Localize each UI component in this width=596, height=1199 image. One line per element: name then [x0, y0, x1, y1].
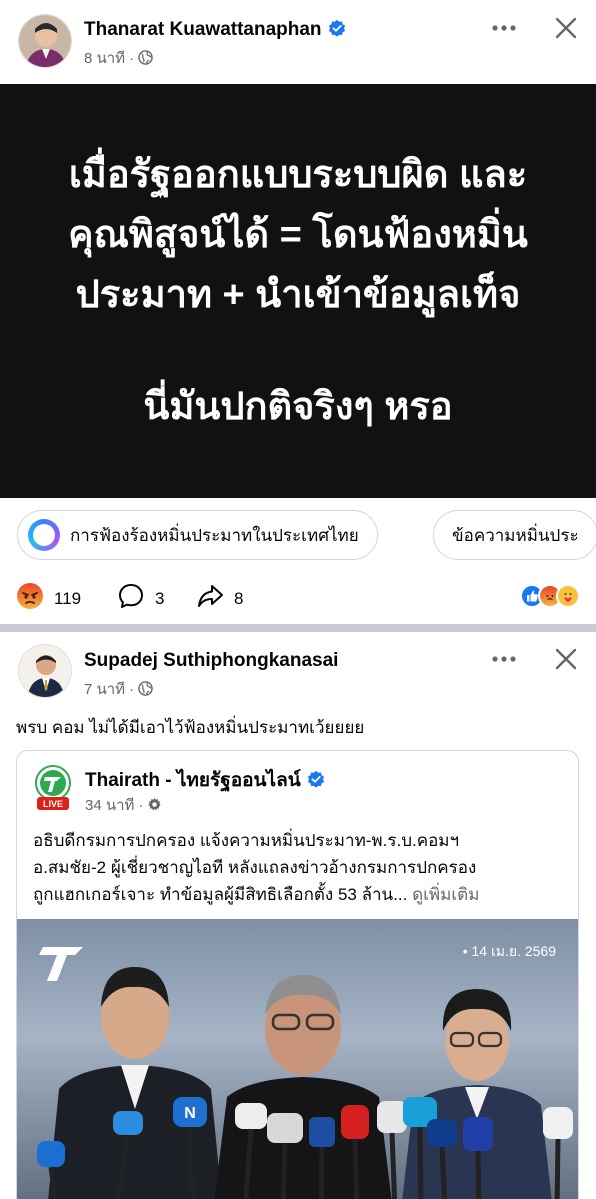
share-count: 8 — [234, 588, 244, 608]
post1-text-card[interactable]: เมื่อรัฐออกแบบระบบผิด และ คุณพิสูจน์ได้ … — [0, 84, 596, 498]
globe-icon — [138, 50, 153, 65]
shared-post-card[interactable]: LIVE Thairath - ไทยรัฐออนไลน์ 34 นาที · อ… — [16, 750, 579, 1199]
care-reaction-icon — [556, 584, 580, 608]
post1-text-line: คุณพิสูจน์ได้ = โดนฟ้องหมิ่น — [68, 214, 528, 256]
thairath-logo[interactable]: LIVE — [33, 765, 73, 811]
verified-badge-icon — [328, 19, 346, 37]
reaction-summary[interactable] — [520, 584, 580, 608]
live-badge: LIVE — [43, 799, 63, 809]
post1-more-options-icon[interactable] — [489, 13, 519, 43]
post2-meta: 7 นาที · — [84, 677, 153, 701]
post2-header: Supadej Suthiphongkanasai 7 นาที · — [0, 632, 596, 712]
shared-post-meta: 34 นาที · — [85, 793, 162, 817]
post2-close-icon[interactable] — [551, 644, 581, 674]
reaction-count: 119 — [54, 588, 82, 608]
topic-chip-label: การฟ้องร้องหมิ่นประมาทในประเทศไทย — [70, 525, 359, 545]
post1-meta: 8 นาที · — [84, 46, 153, 70]
post2-timestamp[interactable]: 7 นาที — [84, 681, 125, 698]
shared-post-photo[interactable]: • 14 เม.ย. 2569 N — [17, 919, 578, 1199]
post1-author-name[interactable]: Thanarat Kuawattanaphan — [84, 19, 346, 41]
feed-divider — [0, 624, 596, 632]
globe-icon — [138, 681, 153, 696]
comment-count: 3 — [155, 588, 165, 608]
shared-post-author[interactable]: Thairath - ไทยรัฐออนไลน์ — [85, 765, 325, 795]
share-button[interactable]: 8 — [196, 582, 243, 615]
post1-avatar[interactable] — [18, 14, 72, 68]
post2-author-name[interactable]: Supadej Suthiphongkanasai — [84, 650, 338, 672]
shared-post-text-line: อ.สมชัย-2 ผู้เชี่ยวชาญไอที หลังแถลงข่าวอ… — [33, 858, 477, 877]
comment-button[interactable]: 3 — [117, 582, 164, 615]
press-conference-image: N — [37, 967, 573, 1199]
post1-text-line: นี่มันปกติจริงๆ หรอ — [143, 386, 453, 428]
angry-reaction-icon — [16, 582, 44, 615]
post1-header: Thanarat Kuawattanaphan 8 นาที · — [0, 0, 596, 80]
topic-chips: การฟ้องร้องหมิ่นประมาทในประเทศไทย ข้อควา… — [0, 510, 596, 564]
post1-close-icon[interactable] — [551, 13, 581, 43]
gear-icon — [147, 797, 162, 812]
share-icon — [196, 582, 224, 615]
shared-post-text-line: อธิบดีกรมการปกครอง แจ้งความหมิ่นประมาท-พ… — [33, 831, 460, 850]
reaction-button[interactable]: 119 — [16, 582, 81, 615]
post2-text: พรบ คอม ไม่ได้มีเอาไว้ฟ้องหมิ่นประมาทเว้… — [16, 718, 365, 737]
comment-icon — [117, 582, 145, 615]
shared-post-header: LIVE Thairath - ไทยรัฐออนไลน์ 34 นาที · — [17, 751, 578, 821]
meta-ai-icon — [28, 519, 60, 551]
topic-chip[interactable]: การฟ้องร้องหมิ่นประมาทในประเทศไทย — [17, 510, 378, 560]
see-more-link[interactable]: ดูเพิ่มเติม — [412, 885, 479, 904]
shared-post-text-line: ถูกแฮกเกอร์เจาะ ทำข้อมูลผู้มีสิทธิเลือกต… — [33, 885, 408, 904]
shared-post-body: อธิบดีกรมการปกครอง แจ้งความหมิ่นประมาท-พ… — [33, 827, 573, 908]
post1-text-line: ประมาท + นำเข้าข้อมูลเท็จ — [75, 274, 521, 316]
topic-chip[interactable]: ข้อความหมิ่นประ — [433, 510, 596, 560]
verified-badge-icon — [307, 770, 325, 788]
post1-timestamp[interactable]: 8 นาที — [84, 50, 125, 67]
shared-post-timestamp[interactable]: 34 นาที — [85, 797, 134, 814]
svg-text:N: N — [184, 1105, 196, 1122]
post2-avatar[interactable] — [18, 644, 72, 698]
post2-more-options-icon[interactable] — [489, 644, 519, 674]
post1-reactions-bar: 119 3 8 — [0, 576, 596, 616]
post1-text-line: เมื่อรัฐออกแบบระบบผิด และ — [68, 154, 528, 196]
topic-chip-label: ข้อความหมิ่นประ — [452, 525, 579, 545]
